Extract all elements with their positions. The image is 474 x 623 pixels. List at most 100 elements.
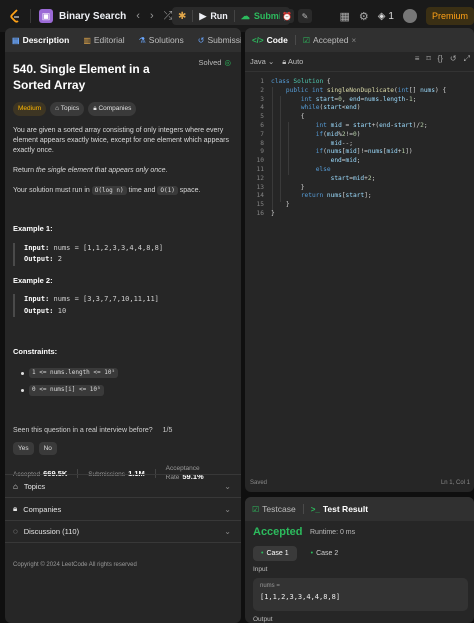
- topics-accordion[interactable]: ⌂ Topics ⌄: [5, 474, 241, 497]
- tab-solutions[interactable]: ⚗ Solutions: [132, 28, 191, 52]
- check-circle-icon: ◎: [224, 58, 231, 67]
- example-2-title: Example 2:: [13, 275, 53, 285]
- divider: [30, 9, 31, 23]
- interview-question: Seen this question in a real interview b…: [13, 427, 173, 434]
- problem-list-icon[interactable]: ▣: [39, 9, 53, 23]
- close-icon[interactable]: ×: [351, 36, 356, 45]
- line-number: 8: [260, 139, 264, 147]
- discussion-accordion[interactable]: ◌ Discussion (110) ⌄: [5, 520, 241, 543]
- prev-problem-icon[interactable]: ‹: [136, 10, 140, 22]
- result-status: Accepted: [253, 526, 303, 538]
- language-select[interactable]: Java ⌄: [250, 57, 274, 66]
- line-number: 12: [256, 174, 264, 182]
- terminal-icon: >_: [310, 504, 320, 514]
- next-problem-icon[interactable]: ›: [150, 10, 154, 22]
- code-line: }: [271, 210, 275, 217]
- chevron-down-icon: ⌄: [224, 481, 231, 491]
- list-item: 0 <= nums[i] <= 10⁵: [21, 385, 233, 397]
- auto-mode-toggle[interactable]: 🔒︎ Auto: [282, 57, 303, 67]
- example-1-title: Example 1:: [13, 224, 53, 234]
- line-number: 15: [256, 201, 264, 209]
- dot-icon: •: [261, 550, 264, 557]
- code-line: }: [271, 183, 305, 191]
- alarm-icon[interactable]: ⏰: [280, 9, 294, 23]
- tag-icon: ⌂: [13, 481, 18, 491]
- companies-accordion[interactable]: 🔒︎ Companies ⌄: [5, 497, 241, 520]
- tab-code[interactable]: </> Code: [245, 28, 295, 52]
- gear-icon[interactable]: ⚙: [359, 10, 369, 23]
- premium-button[interactable]: Premium: [425, 7, 474, 25]
- line-number: 5: [260, 113, 264, 121]
- tab-testcase[interactable]: ☑ Testcase: [245, 497, 303, 521]
- problem-tags: Medium ⌂ Topics 🔒︎ Companies: [13, 102, 233, 116]
- interview-pager: 1/5: [162, 427, 173, 434]
- reset-icon[interactable]: ↺: [450, 54, 457, 64]
- chat-bubble-icon: ◌: [13, 527, 18, 536]
- braces-icon[interactable]: {}: [438, 54, 443, 64]
- avatar[interactable]: [402, 9, 417, 23]
- topics-chip[interactable]: ⌂ Topics: [50, 102, 85, 116]
- book-icon: ▥: [83, 35, 91, 45]
- no-button[interactable]: No: [38, 442, 57, 455]
- tab-editorial[interactable]: ▥ Editorial: [76, 28, 131, 52]
- case-tab-1[interactable]: • Case 1: [253, 546, 297, 561]
- companies-chip[interactable]: 🔒︎ Companies: [88, 102, 137, 116]
- code-line: return nums[start];: [300, 192, 372, 200]
- dot-icon: •: [310, 550, 314, 557]
- yes-button[interactable]: Yes: [13, 442, 34, 455]
- streak-counter[interactable]: ◈ 1: [378, 11, 394, 22]
- line-number: 2: [260, 86, 264, 94]
- line-number: 16: [256, 210, 264, 217]
- play-icon: ▶: [199, 10, 207, 21]
- code-icon: </>: [252, 35, 264, 45]
- lock-icon: 🔒︎: [282, 56, 287, 66]
- tab-accepted[interactable]: ☑ Accepted ×: [296, 28, 363, 52]
- line-number: 10: [256, 157, 264, 165]
- line-number: 1: [260, 78, 264, 85]
- run-label: Run: [210, 11, 228, 21]
- runtime-text: Runtime: 0 ms: [310, 529, 356, 536]
- input-name: nums =: [260, 583, 280, 589]
- line-number: 4: [260, 104, 264, 112]
- code-line: if(nums[mid]!=nums[mid+1]): [315, 148, 413, 156]
- check-square-icon: ☑: [302, 35, 310, 45]
- problem-list-label[interactable]: Binary Search: [59, 11, 126, 22]
- result-panel: ☑ Testcase >_ Test Result Accepted Runti…: [245, 497, 474, 623]
- cloud-upload-icon: ☁: [240, 10, 250, 21]
- case-tab-2[interactable]: • Case 2: [303, 546, 347, 561]
- code-line: mid--;: [330, 139, 353, 147]
- run-button[interactable]: ▶ Run: [193, 7, 233, 25]
- notes-icon[interactable]: ≡: [415, 54, 420, 64]
- debug-icon[interactable]: ✱: [172, 11, 192, 22]
- description-panel: ▤ Description ▥ Editorial ⚗ Solutions ↺ …: [5, 28, 241, 623]
- copyright-text: Copyright © 2024 LeetCode All rights res…: [13, 562, 137, 568]
- leetcode-logo[interactable]: [8, 8, 22, 24]
- editor-actions: ≡ ⌑ {} ↺ ⤢: [415, 54, 470, 64]
- code-panel: </> Code ☑ Accepted × Java ⌄ 🔒︎ Auto ≡ ⌑…: [245, 28, 474, 492]
- code-tab-bar: </> Code ☑ Accepted ×: [245, 28, 474, 52]
- example-2-box: Input: nums = [3,3,7,7,10,11,11] Output:…: [13, 294, 233, 317]
- difficulty-badge[interactable]: Medium: [13, 102, 47, 116]
- layout-icon[interactable]: ▦: [339, 10, 349, 23]
- line-number: 14: [256, 192, 264, 200]
- bookmark-icon[interactable]: ⌑: [426, 54, 430, 64]
- check-square-icon: ☑: [252, 504, 260, 514]
- line-number: 9: [260, 148, 264, 156]
- notes-icon[interactable]: ✎: [298, 9, 312, 23]
- document-icon: ▤: [12, 35, 20, 45]
- tab-test-result[interactable]: >_ Test Result: [304, 497, 375, 521]
- expand-icon[interactable]: ⤢: [464, 54, 470, 64]
- code-line: }: [271, 201, 290, 209]
- tab-submissions[interactable]: ↺ Submissions: [191, 28, 241, 52]
- code-editor[interactable]: 1 2 3 4 5 6 7 8 9 10 11 12 13 14 15 16 class Solution {…: [245, 72, 474, 217]
- input-label: Input: [253, 566, 268, 573]
- code-line: int mid = start+(end-start)/2;: [315, 122, 428, 129]
- line-number: 3: [260, 95, 264, 103]
- line-number: 7: [260, 130, 264, 138]
- code-line: start=mid+2;: [330, 174, 376, 182]
- fire-icon: ◈: [377, 10, 386, 22]
- code-line: if(mid%2!=0): [315, 130, 361, 138]
- example-1-box: Input: nums = [1,1,2,3,3,4,4,8,8] Output…: [13, 243, 233, 266]
- tab-description[interactable]: ▤ Description: [5, 28, 76, 52]
- saved-status: Saved: [250, 480, 268, 486]
